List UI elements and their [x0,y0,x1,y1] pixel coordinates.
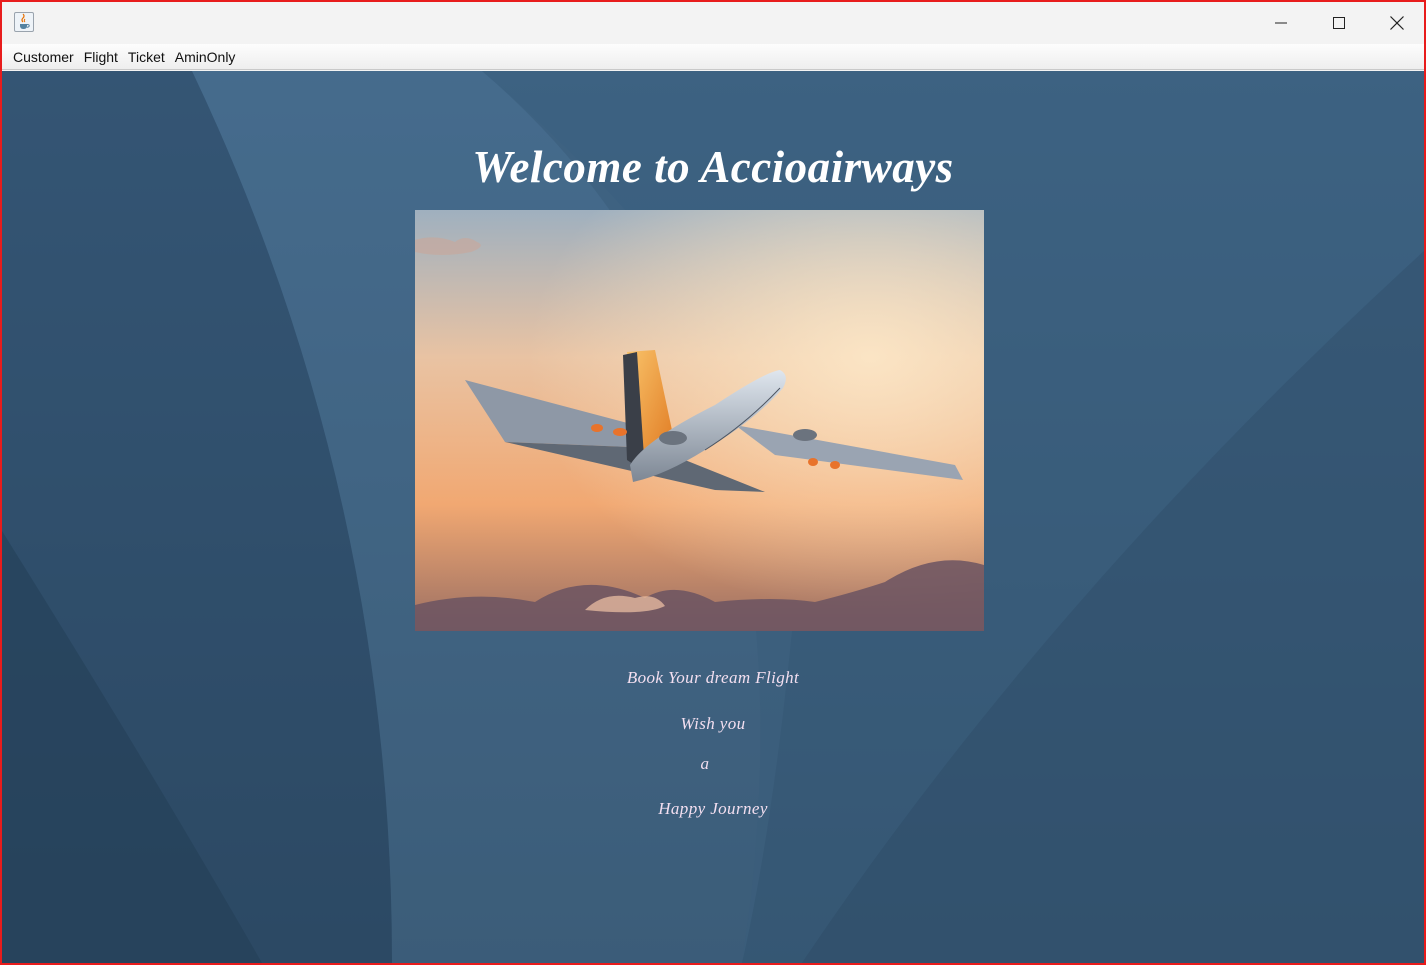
title-bar[interactable] [2,2,1424,44]
java-cup-icon[interactable] [14,12,34,32]
close-button[interactable] [1368,2,1424,44]
main-panel: Welcome to Accioairways Book Your dream … [2,71,1424,963]
airplane-sunset-photo [415,210,984,631]
menu-aminonly[interactable]: AminOnly [170,46,241,68]
maximize-icon [1333,17,1345,29]
menu-flight[interactable]: Flight [79,46,123,68]
minimize-icon [1275,22,1287,24]
welcome-heading: Welcome to Accioairways [472,142,954,192]
menu-ticket[interactable]: Ticket [123,46,170,68]
menu-bar: Customer Flight Ticket AminOnly [2,44,1424,70]
caption-wish: Wish you [680,714,746,733]
close-icon [1390,16,1404,30]
caption-a: a [700,754,710,773]
caption-happy: Happy Journey [658,799,768,818]
minimize-button[interactable] [1252,2,1310,44]
app-window: Customer Flight Ticket AminOnly Welcome … [0,0,1426,965]
maximize-button[interactable] [1310,2,1368,44]
caption-book: Book Your dream Flight [626,668,800,687]
menu-customer[interactable]: Customer [8,46,79,68]
